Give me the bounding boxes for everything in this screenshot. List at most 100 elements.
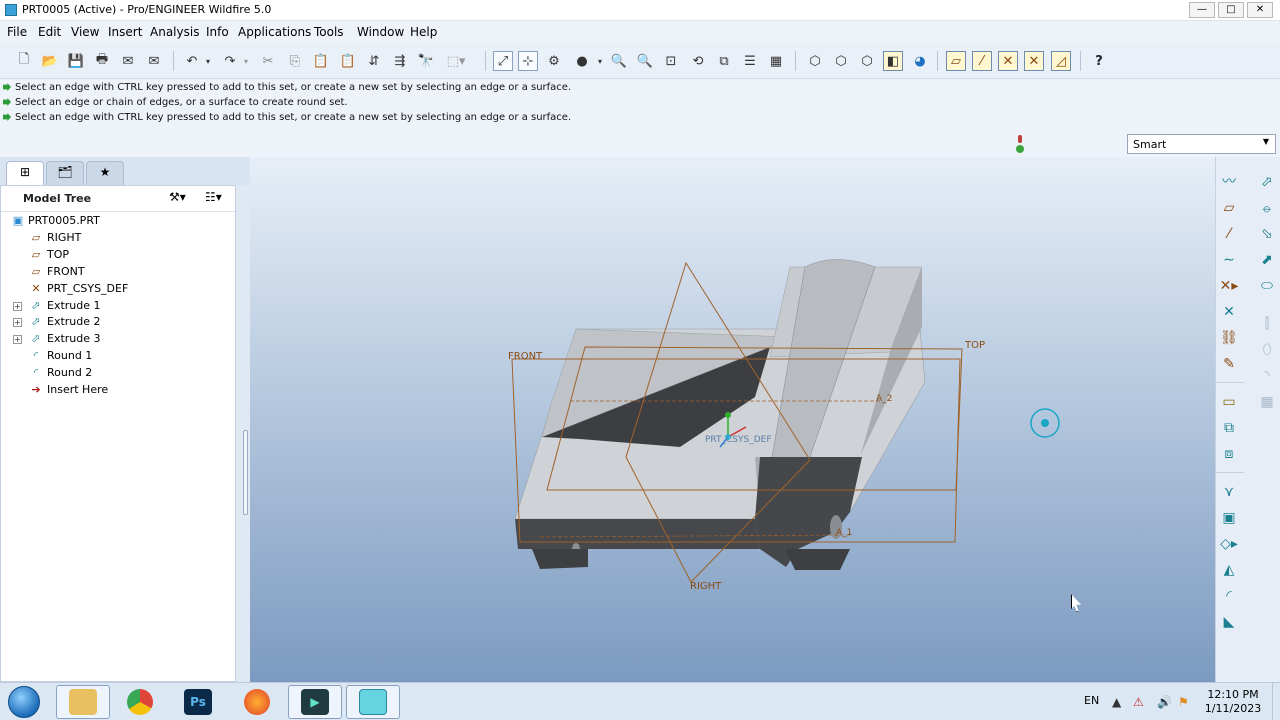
taskbar-photoshop[interactable]: Ps <box>171 685 225 719</box>
csys-icon[interactable]: ✕ <box>1024 51 1044 71</box>
folder-browser-tab[interactable]: 🗂 <box>46 161 84 185</box>
wireframe-icon[interactable]: ⬡ <box>805 51 825 71</box>
select-box-icon[interactable]: ⬚▾ <box>442 51 470 71</box>
menu-tools[interactable]: Tools <box>314 25 344 39</box>
appearance-icon[interactable]: ● <box>572 51 592 71</box>
merge-icon[interactable]: ⫿ <box>1256 313 1278 335</box>
appearance-dropdown-icon[interactable]: ▾ <box>594 51 606 71</box>
copy-paste-icon[interactable]: ▭ <box>1218 391 1240 413</box>
model-tree-tab[interactable]: ⊞ <box>6 161 44 185</box>
datum-point-icon[interactable]: ✕▸ <box>1218 275 1240 297</box>
datum-axis-tool-icon[interactable]: ⁄ <box>1218 223 1240 245</box>
offset-icon[interactable]: ◝ <box>1256 365 1278 387</box>
maximize-button[interactable]: □ <box>1218 2 1244 18</box>
datum-planes-icon[interactable]: ▱ <box>946 51 966 71</box>
save-icon[interactable]: 💾 <box>66 51 86 71</box>
datum-curve-icon[interactable]: ∼ <box>1218 249 1240 271</box>
sketch-curve-icon[interactable]: 〰 <box>1218 171 1240 193</box>
selection-filter-dropdown[interactable]: Smart ▼ <box>1127 134 1276 154</box>
datum-axes-icon[interactable]: ⁄ <box>972 51 992 71</box>
menu-file[interactable]: File <box>7 25 27 39</box>
copy-icon[interactable]: ⎘ <box>285 51 305 71</box>
cut-icon[interactable]: ✂ <box>258 51 278 71</box>
open-icon[interactable]: 📂 <box>40 51 60 71</box>
undo-icon[interactable]: ↶ <box>182 51 202 71</box>
find-icon[interactable]: 🔭 <box>416 51 436 71</box>
view-manager-icon[interactable]: ▦ <box>766 51 786 71</box>
new-icon[interactable]: 🗋 <box>14 51 34 71</box>
regen-manager-icon[interactable]: ⇶ <box>390 51 410 71</box>
security-icon[interactable]: ⚑ <box>1178 695 1189 709</box>
thicken-icon[interactable]: ▦ <box>1256 391 1278 413</box>
round-tool-icon[interactable]: ◜ <box>1218 585 1240 607</box>
zoom-in-icon[interactable]: 🔍 <box>609 51 629 71</box>
expand-icon[interactable]: + <box>13 318 22 328</box>
right-foot[interactable] <box>785 549 850 570</box>
start-button[interactable] <box>8 686 40 718</box>
help-icon[interactable]: ? <box>1089 51 1109 71</box>
menu-insert[interactable]: Insert <box>108 25 142 39</box>
pattern-icon[interactable]: ⬭ <box>1256 275 1278 297</box>
menu-applications[interactable]: Applications <box>238 25 311 39</box>
print-icon[interactable]: 🖶 <box>92 51 112 71</box>
spin-center-icon[interactable]: ⊹ <box>518 51 538 71</box>
datum-points-icon[interactable]: ✕ <box>998 51 1018 71</box>
zoom-out-icon[interactable]: 🔍 <box>635 51 655 71</box>
orient-icon[interactable]: ⚙ <box>544 51 564 71</box>
favorites-tab[interactable]: ★ <box>86 161 124 185</box>
show-icon[interactable]: ☷▾ <box>205 190 222 204</box>
redo-icon[interactable]: ↷ <box>220 51 240 71</box>
taskbar-filmora[interactable]: ▶ <box>288 685 342 719</box>
enhanced-realism-icon[interactable]: ◕ <box>910 51 930 71</box>
base-front-face[interactable] <box>515 519 760 549</box>
redo-dropdown-icon[interactable]: ▾ <box>240 51 252 71</box>
no-hidden-icon[interactable]: ⬡ <box>857 51 877 71</box>
close-button[interactable]: ✕ <box>1247 2 1273 18</box>
layers-icon[interactable]: ☰ <box>740 51 760 71</box>
undo-dropdown-icon[interactable]: ▾ <box>202 51 214 71</box>
shading-icon[interactable]: ◧ <box>883 51 903 71</box>
network-icon[interactable]: ⚠ <box>1133 695 1144 709</box>
menu-edit[interactable]: Edit <box>38 25 61 39</box>
saved-views-icon[interactable]: ⧉ <box>714 51 734 71</box>
menu-view[interactable]: View <box>71 25 99 39</box>
hidden-line-icon[interactable]: ⬡ <box>831 51 851 71</box>
menu-info[interactable]: Info <box>206 25 229 39</box>
paste-special-icon[interactable]: 📋 <box>338 51 358 71</box>
show-hidden-icons-icon[interactable]: ▲ <box>1112 695 1121 709</box>
style-icon[interactable]: ◭ <box>1218 559 1240 581</box>
rib-icon[interactable]: ⬂ <box>1256 223 1278 245</box>
repaint-icon[interactable]: ⤢ <box>493 51 513 71</box>
expand-icon[interactable]: + <box>13 335 22 345</box>
show-desktop-button[interactable] <box>1272 683 1280 720</box>
model-view[interactable]: FRONT TOP RIGHT PRT_CSYS_DEF A_2 A_1 <box>250 157 1215 682</box>
expand-icon[interactable]: + <box>13 301 22 311</box>
analysis-tool-icon[interactable]: ⛓ <box>1218 327 1240 349</box>
reorient-icon[interactable]: ⟲ <box>688 51 708 71</box>
taskbar-proe[interactable] <box>346 685 400 719</box>
splitter-grip[interactable] <box>243 430 248 515</box>
send-mail-icon[interactable]: ✉ <box>118 51 138 71</box>
paste-icon[interactable]: 📋 <box>311 51 331 71</box>
mirror-icon[interactable]: ⧉ <box>1218 417 1240 439</box>
refit-icon[interactable]: ⊡ <box>661 51 681 71</box>
trim-icon[interactable]: ⬯ <box>1256 339 1278 361</box>
shell-icon[interactable]: ⦵ <box>1256 197 1278 219</box>
extrude-tool-icon[interactable]: ⋎ <box>1218 481 1240 503</box>
mail-browser-icon[interactable]: ✉ <box>144 51 164 71</box>
sketch-tool-icon[interactable]: ✎ <box>1218 353 1240 375</box>
panel-splitter[interactable] <box>236 185 250 682</box>
menu-analysis[interactable]: Analysis <box>150 25 199 39</box>
language-indicator[interactable]: EN <box>1084 694 1099 707</box>
variable-sweep-icon[interactable]: ⧈ <box>1218 443 1240 465</box>
csys-tool-icon[interactable]: ✕ <box>1218 301 1240 323</box>
minimize-button[interactable]: — <box>1189 2 1215 18</box>
taskbar-chrome[interactable] <box>113 685 167 719</box>
boundary-blend-icon[interactable]: ◇▸ <box>1218 533 1240 555</box>
taskbar-windows-explorer[interactable] <box>56 685 110 719</box>
draft-icon[interactable]: ⬈ <box>1256 249 1278 271</box>
tree-settings-icon[interactable]: ⚒▾ <box>169 190 186 204</box>
menu-window[interactable]: Window <box>357 25 404 39</box>
left-foot[interactable] <box>532 549 588 569</box>
chamfer-icon[interactable]: ◣ <box>1218 611 1240 633</box>
